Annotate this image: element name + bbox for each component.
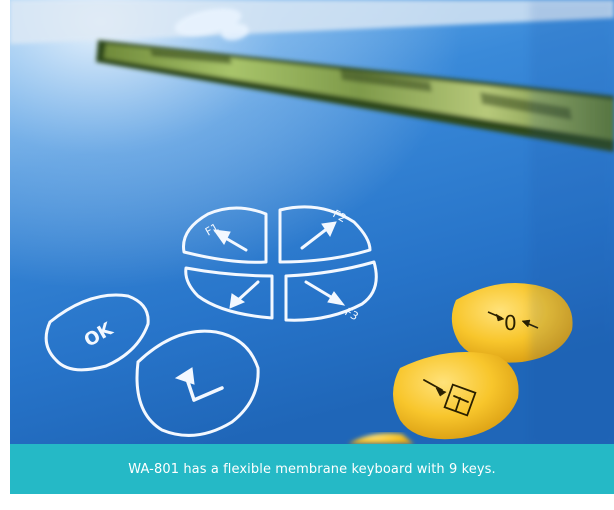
svg-text:0: 0 xyxy=(504,311,517,335)
caption-text: WA-801 has a flexible membrane keyboard … xyxy=(128,461,496,477)
figure: F1 F2 F3 OK 0 WA-801 has a flexible memb… xyxy=(0,0,614,510)
keyboard-photo: F1 F2 F3 OK 0 xyxy=(10,0,614,444)
caption-bar: WA-801 has a flexible membrane keyboard … xyxy=(10,444,614,494)
